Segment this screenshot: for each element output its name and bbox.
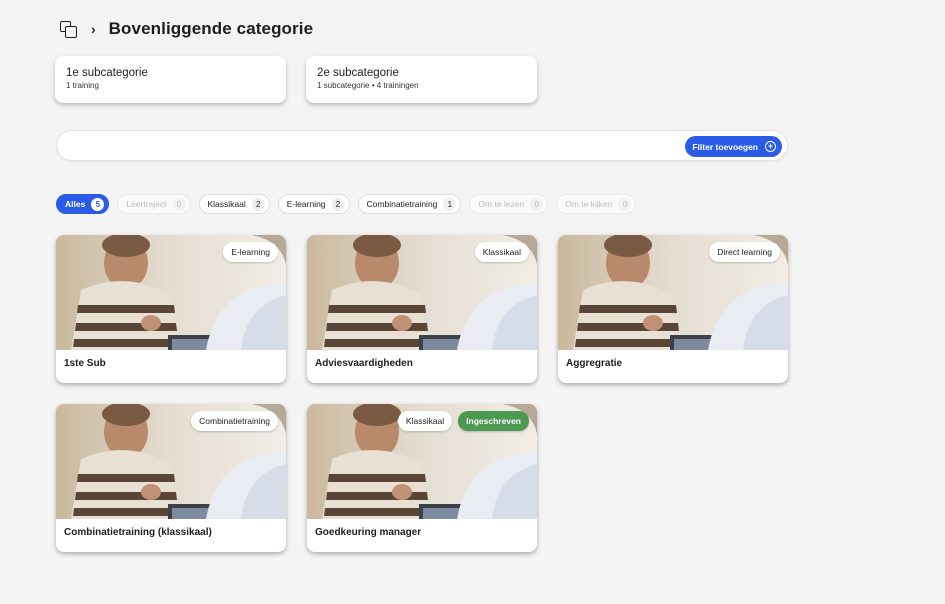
chip-combinatietraining[interactable]: Combinatietraining 1 bbox=[357, 194, 462, 214]
subcategory-meta: 1 training bbox=[66, 81, 99, 90]
chip-count: 1 bbox=[443, 197, 457, 211]
chip-count: 2 bbox=[331, 197, 345, 211]
chip-count: 0 bbox=[172, 197, 186, 211]
type-badge: Klassikaal bbox=[397, 411, 453, 431]
subcategory-name: 2e subcategorie bbox=[317, 67, 399, 79]
chip-count: 0 bbox=[530, 197, 544, 211]
chip-label: E-learning bbox=[286, 199, 326, 209]
chip-label: Combinatietraining bbox=[366, 199, 438, 209]
chip-klassikaal[interactable]: Klassikaal 2 bbox=[198, 194, 270, 214]
training-card[interactable]: Klassikaal Ingeschreven Goedkeuring mana… bbox=[307, 404, 537, 552]
subcategory-name: 1e subcategorie bbox=[66, 67, 148, 79]
add-filter-label: Filter toevoegen bbox=[692, 141, 758, 152]
chevron-right-icon: › bbox=[91, 21, 96, 37]
training-title: Adviesvaardigheden bbox=[315, 358, 413, 369]
page-title: Bovenliggende categorie bbox=[108, 19, 314, 38]
subcategory-meta: 1 subcategorie • 4 trainingen bbox=[317, 81, 419, 90]
type-badge: Direct learning bbox=[709, 242, 780, 262]
subcategory-card-1[interactable]: 1e subcategorie 1 training bbox=[55, 56, 286, 103]
chip-e-learning[interactable]: E-learning 2 bbox=[277, 194, 350, 214]
training-card[interactable]: Combinatietraining Combinatietraining (k… bbox=[56, 404, 286, 552]
training-card[interactable]: Klassikaal Adviesvaardigheden bbox=[307, 235, 537, 383]
chip-label: Leertraject bbox=[126, 199, 167, 209]
training-title: Aggregratie bbox=[566, 358, 623, 369]
copy-icon[interactable] bbox=[60, 21, 77, 38]
training-card[interactable]: Direct learning Aggregratie bbox=[558, 235, 788, 383]
enrolled-badge: Ingeschreven bbox=[458, 411, 529, 431]
chip-count: 2 bbox=[251, 197, 265, 211]
chip-label: Alles bbox=[65, 199, 86, 209]
type-badge: E-learning bbox=[223, 242, 278, 262]
training-title: Combinatietraining (klassikaal) bbox=[64, 527, 212, 538]
training-card[interactable]: E-learning 1ste Sub bbox=[56, 235, 286, 383]
chip-label: Om te lezen bbox=[478, 199, 525, 209]
chip-leertraject[interactable]: Leertraject 0 bbox=[117, 194, 191, 214]
filter-chips: Alles 5 Leertraject 0 Klassikaal 2 E-lea… bbox=[56, 194, 637, 214]
chip-count: 0 bbox=[618, 197, 632, 211]
chip-om-te-lezen[interactable]: Om te lezen 0 bbox=[469, 194, 549, 214]
subcategory-list: 1e subcategorie 1 training 2e subcategor… bbox=[55, 56, 537, 103]
chip-om-te-kijken[interactable]: Om te kijken 0 bbox=[556, 194, 637, 214]
chip-count: 5 bbox=[91, 197, 105, 211]
type-badge: Combinatietraining bbox=[191, 411, 278, 431]
plus-circle-icon: + bbox=[765, 141, 776, 152]
search-input[interactable]: Filter toevoegen + bbox=[56, 130, 788, 161]
type-badge: Klassikaal bbox=[474, 242, 529, 262]
training-title: Goedkeuring manager bbox=[315, 527, 422, 538]
subcategory-card-2[interactable]: 2e subcategorie 1 subcategorie • 4 train… bbox=[306, 56, 537, 103]
training-title: 1ste Sub bbox=[64, 358, 106, 369]
chip-label: Om te kijken bbox=[565, 199, 613, 209]
training-grid: E-learning 1ste Sub Klassikaal Adviesvaa… bbox=[56, 235, 789, 552]
breadcrumb: › Bovenliggende categorie bbox=[60, 16, 313, 42]
chip-alles[interactable]: Alles 5 bbox=[56, 194, 110, 214]
add-filter-button[interactable]: Filter toevoegen + bbox=[685, 136, 782, 157]
chip-label: Klassikaal bbox=[207, 199, 246, 209]
